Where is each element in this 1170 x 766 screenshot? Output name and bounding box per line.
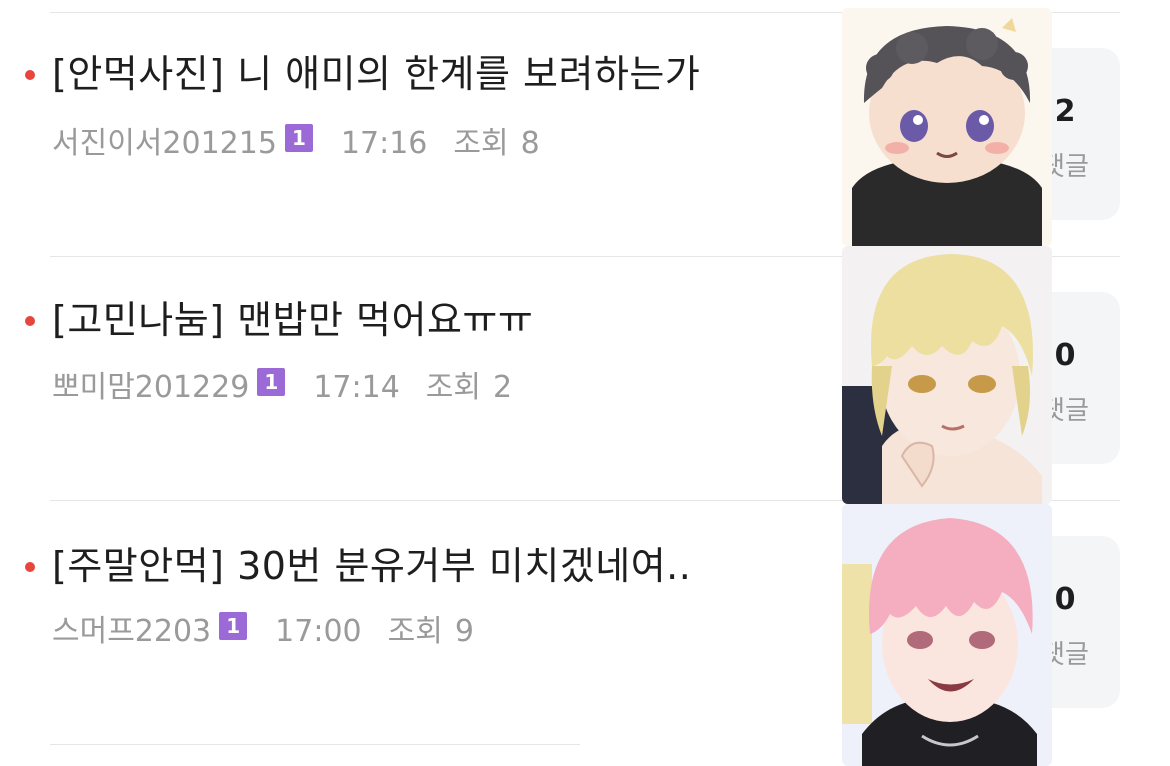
views-count: 2	[493, 370, 513, 405]
post-author[interactable]: 스머프2203	[52, 612, 211, 652]
red-dot-icon	[25, 562, 35, 572]
level-badge-icon: 1	[219, 612, 248, 640]
views-label: 조회	[387, 614, 443, 649]
level-badge-icon: 1	[284, 124, 313, 152]
red-dot-icon	[25, 70, 35, 80]
post-meta: 서진이서201215 1 17:16 조회 8	[52, 124, 540, 164]
red-dot-icon	[25, 316, 35, 326]
avatar-sticker-dark-hair	[842, 8, 1052, 246]
post-time: 17:00	[275, 614, 362, 649]
post-author[interactable]: 뽀미맘201229	[52, 368, 249, 408]
chibi-character-icon	[842, 8, 1052, 246]
post-meta: 스머프2203 1 17:00 조회 9	[52, 612, 474, 652]
views-count: 9	[454, 614, 474, 649]
post-time: 17:14	[313, 370, 400, 405]
post-author[interactable]: 서진이서201215	[52, 124, 277, 164]
avatar-sticker-blonde-hair	[842, 246, 1052, 504]
post-time: 17:16	[340, 126, 428, 161]
blonde-character-icon	[842, 246, 1052, 504]
post-title[interactable]: [안먹사진] 니 애미의 한계를 보려하는가	[52, 50, 832, 98]
views-count: 8	[520, 126, 540, 161]
post-title[interactable]: [고민나눔] 맨밥만 먹어요ㅠㅠ	[52, 296, 832, 344]
post-title[interactable]: [주말안먹] 30번 분유거부 미치겠네여..	[52, 542, 832, 590]
pink-hair-character-icon	[842, 504, 1052, 766]
level-badge-icon: 1	[257, 368, 286, 396]
divider-bottom	[50, 744, 580, 745]
views-label: 조회	[453, 126, 509, 161]
avatar-sticker-pink-hair	[842, 504, 1052, 766]
views-label: 조회	[425, 370, 481, 405]
post-meta: 뽀미맘201229 1 17:14 조회 2	[52, 368, 512, 408]
